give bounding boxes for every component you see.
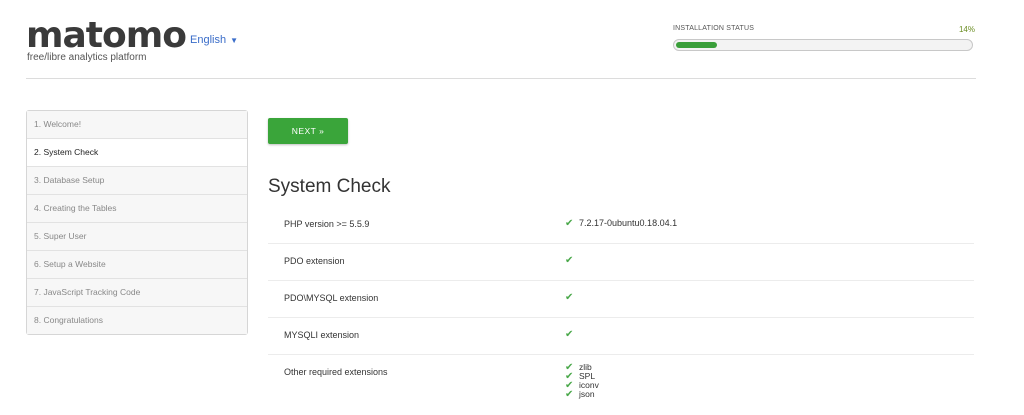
checkmark-icon: ✔: [565, 255, 574, 266]
check-label: MYSQLI extension: [284, 330, 360, 340]
matomo-logo[interactable]: matomo: [26, 16, 187, 56]
check-label: Other required extensions: [284, 367, 388, 377]
step-item[interactable]: 6. Setup a Website: [27, 251, 247, 279]
checkmark-icon: ✔: [565, 292, 574, 303]
check-row: PDO\MYSQL extension ✔: [268, 281, 974, 318]
installation-status-label: INSTALLATION STATUS: [673, 25, 755, 32]
check-row: PHP version >= 5.5.9 ✔ 7.2.17-0ubuntu0.18.…: [268, 207, 974, 244]
check-label: PHP version >= 5.5.9: [284, 219, 370, 229]
system-check-table: PHP version >= 5.5.9 ✔ 7.2.17-0ubuntu0.18.…: [268, 207, 974, 415]
check-value: 7.2.17-0ubuntu0.18.04.1: [579, 218, 678, 228]
check-row: MYSQLI extension ✔: [268, 318, 974, 355]
check-result: ✔ 7.2.17-0ubuntu0.18.04.1: [565, 218, 677, 229]
step-item[interactable]: 5. Super User: [27, 223, 247, 251]
check-result: ✔: [565, 255, 579, 266]
extension-item: ✔ json: [565, 389, 599, 400]
installation-progress-fill: [676, 42, 717, 48]
step-item[interactable]: 4. Creating the Tables: [27, 195, 247, 223]
checkmark-icon: ✔: [565, 389, 574, 400]
check-label: PDO extension: [284, 256, 345, 266]
header: matomo free/libre analytics platform Eng…: [0, 0, 1024, 80]
language-label: English: [190, 34, 227, 46]
check-row: PDO extension ✔: [268, 244, 974, 281]
installation-status-percent: 14%: [958, 25, 975, 34]
extension-list: ✔ zlib ✔ SPL ✔ iconv ✔ json: [565, 363, 599, 400]
caret-down-icon: ▼: [230, 36, 238, 45]
checkmark-icon: ✔: [565, 329, 574, 340]
step-item[interactable]: 3. Database Setup: [27, 167, 247, 195]
language-selector[interactable]: English ▼: [190, 34, 238, 46]
step-item[interactable]: 1. Welcome!: [27, 111, 247, 139]
check-row-other-extensions: Other required extensions ✔ zlib ✔ SPL ✔ iconv…: [268, 355, 974, 415]
step-item[interactable]: 7. JavaScript Tracking Code: [27, 279, 247, 307]
next-button[interactable]: NEXT »: [268, 118, 348, 144]
check-result: ✔: [565, 292, 579, 303]
page-title: System Check: [268, 176, 391, 197]
tagline: free/libre analytics platform: [27, 52, 147, 63]
installation-steps-menu: 1. Welcome! 2. System Check 3. Database Se…: [26, 110, 248, 335]
installation-progress-bar: [673, 39, 973, 51]
check-result: ✔: [565, 329, 579, 340]
step-item[interactable]: 8. Congratulations: [27, 307, 247, 334]
checkmark-icon: ✔: [565, 218, 574, 229]
header-divider: [26, 78, 976, 79]
step-item[interactable]: 2. System Check: [27, 139, 247, 167]
extension-name: json: [579, 389, 595, 399]
check-label: PDO\MYSQL extension: [284, 293, 379, 303]
